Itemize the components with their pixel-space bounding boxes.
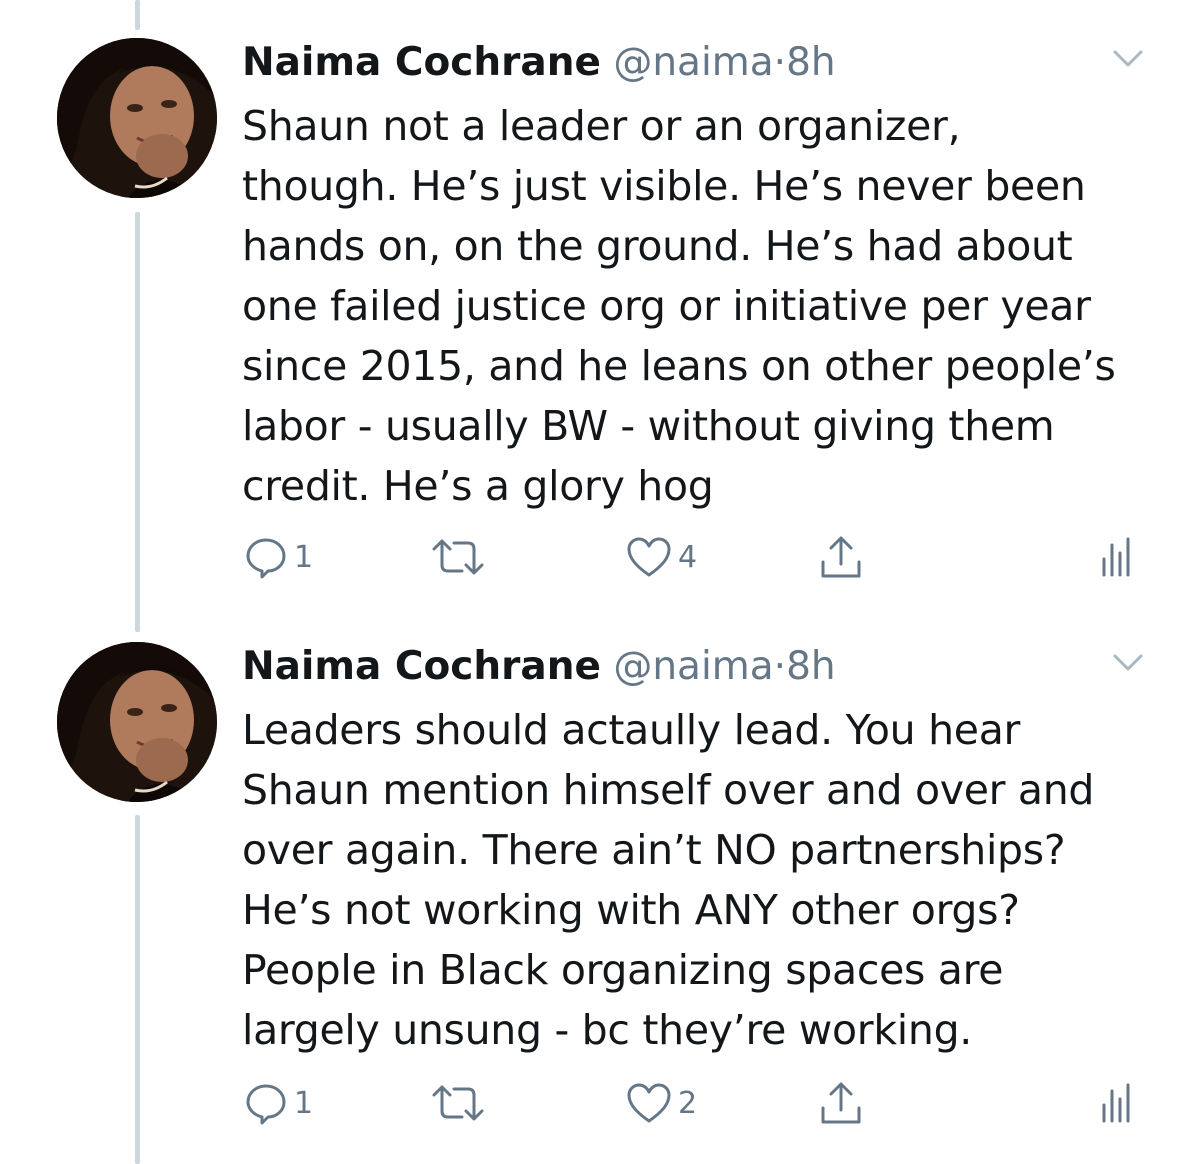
like-button[interactable]: 4	[626, 532, 697, 582]
timestamp[interactable]: 8h	[786, 40, 836, 85]
author-handle[interactable]: @naima	[613, 40, 773, 85]
action-bar: 1 2	[0, 1078, 1200, 1128]
retweet-icon	[430, 1081, 486, 1125]
author-name[interactable]: Naima Cochrane	[242, 40, 601, 85]
reply-count: 1	[294, 1085, 314, 1121]
like-button[interactable]: 2	[626, 1078, 697, 1128]
reply-button[interactable]: 1	[244, 1078, 313, 1128]
share-icon	[818, 534, 864, 580]
separator-dot: ·	[773, 644, 787, 689]
author-handle[interactable]: @naima	[613, 644, 773, 689]
retweet-button[interactable]	[430, 1078, 492, 1128]
chevron-down-icon[interactable]	[1112, 652, 1144, 674]
analytics-button[interactable]	[1100, 532, 1132, 582]
reply-count: 1	[294, 539, 314, 575]
reply-icon	[244, 1081, 288, 1125]
tweet-header: Naima Cochrane @naima·8h	[242, 38, 836, 88]
heart-icon	[626, 536, 672, 578]
reply-icon	[244, 535, 288, 579]
chevron-down-icon[interactable]	[1112, 48, 1144, 70]
analytics-button[interactable]	[1100, 1078, 1132, 1128]
share-icon	[818, 1080, 864, 1126]
share-button[interactable]	[818, 532, 864, 582]
heart-icon	[626, 1082, 672, 1124]
author-name[interactable]: Naima Cochrane	[242, 644, 601, 689]
share-button[interactable]	[818, 1078, 864, 1128]
avatar[interactable]	[57, 642, 217, 802]
tweet[interactable]: Naima Cochrane @naima·8h Leaders should …	[0, 642, 1200, 1164]
tweet-text: Leaders should actaully lead. You hear S…	[242, 706, 1095, 1054]
like-count: 2	[678, 1085, 698, 1121]
thread-line-top	[135, 0, 140, 30]
tweet[interactable]: Naima Cochrane @naima·8h Shaun not a lea…	[0, 38, 1200, 598]
analytics-icon	[1100, 535, 1132, 579]
avatar[interactable]	[57, 38, 217, 198]
timestamp[interactable]: 8h	[786, 644, 836, 689]
retweet-button[interactable]	[430, 532, 492, 582]
analytics-icon	[1100, 1081, 1132, 1125]
action-bar: 1 4	[0, 532, 1200, 582]
like-count: 4	[678, 539, 698, 575]
tweet-header: Naima Cochrane @naima·8h	[242, 642, 836, 692]
reply-button[interactable]: 1	[244, 532, 313, 582]
separator-dot: ·	[773, 40, 787, 85]
retweet-icon	[430, 535, 486, 579]
tweet-text: Shaun not a leader or an organizer, thou…	[242, 102, 1116, 510]
